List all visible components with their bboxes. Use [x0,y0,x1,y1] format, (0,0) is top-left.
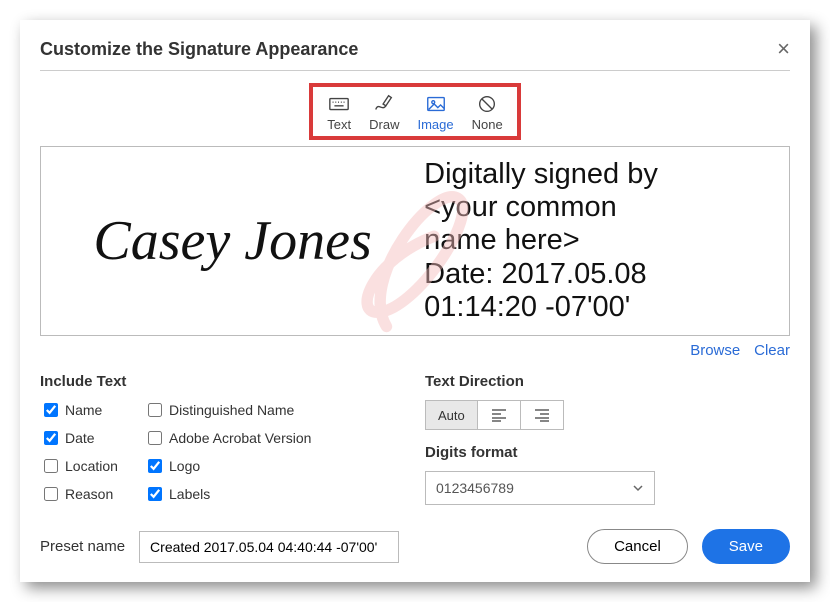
direction-ltr-button[interactable] [477,400,521,430]
check-date-box[interactable] [44,431,58,445]
check-name-label: Name [65,402,102,418]
check-reason[interactable]: Reason [40,484,140,504]
check-name[interactable]: Name [40,400,140,420]
tab-text[interactable]: Text [327,93,351,132]
check-acrobat-box[interactable] [148,431,162,445]
none-icon [476,93,498,115]
text-direction-group: Auto [425,400,790,430]
dialog-title: Customize the Signature Appearance [40,39,358,60]
include-text-label: Include Text [40,373,405,390]
check-logo-box[interactable] [148,459,162,473]
tab-draw[interactable]: Draw [369,93,399,132]
tab-label: Draw [369,117,399,132]
tab-image[interactable]: Image [417,93,453,132]
preview-right: Digitally signed by <your common name he… [424,147,789,335]
dialog-footer: Preset name Cancel Save [40,529,790,564]
cancel-button[interactable]: Cancel [587,529,688,564]
check-location-label: Location [65,458,118,474]
text-direction-label: Text Direction [425,373,790,390]
signature-name-text: Casey Jones [93,213,371,269]
chevron-down-icon [632,482,644,494]
pen-icon [373,93,395,115]
keyboard-icon [328,93,350,115]
preset-name-input[interactable] [139,531,399,563]
check-location-box[interactable] [44,459,58,473]
tab-label: Image [417,117,453,132]
check-date-label: Date [65,430,95,446]
clear-link[interactable]: Clear [754,342,790,359]
browse-link[interactable]: Browse [690,342,740,359]
tab-none[interactable]: None [472,93,503,132]
close-icon[interactable]: × [777,38,790,60]
direction-rtl-button[interactable] [520,400,564,430]
signature-preview: Casey Jones Digitally signed by <your co… [40,146,790,336]
check-logo-label: Logo [169,458,200,474]
tab-strip-wrap: Text Draw Image None [40,83,790,140]
tab-label: Text [327,117,351,132]
digits-selected: 0123456789 [436,480,514,496]
digits-format-select[interactable]: 0123456789 [425,471,655,505]
check-labels-label: Labels [169,486,210,502]
check-logo[interactable]: Logo [144,456,344,476]
check-name-box[interactable] [44,403,58,417]
check-distinguished-box[interactable] [148,403,162,417]
check-location[interactable]: Location [40,456,140,476]
save-button[interactable]: Save [702,529,790,564]
check-acrobat-label: Adobe Acrobat Version [169,430,311,446]
check-labels[interactable]: Labels [144,484,344,504]
align-left-icon [491,408,507,422]
signature-appearance-dialog: Customize the Signature Appearance × Tex… [20,20,810,582]
include-text-section: Include Text Name Distinguished Name Dat… [40,373,405,505]
check-reason-label: Reason [65,486,113,502]
preset-name-label: Preset name [40,538,125,555]
check-date[interactable]: Date [40,428,140,448]
image-icon [425,93,447,115]
signature-source-tabs: Text Draw Image None [309,83,520,140]
dialog-header: Customize the Signature Appearance × [40,38,790,71]
check-distinguished[interactable]: Distinguished Name [144,400,344,420]
preview-left: Casey Jones [41,147,424,335]
tab-label: None [472,117,503,132]
preview-actions: Browse Clear [40,342,790,359]
check-distinguished-label: Distinguished Name [169,402,294,418]
check-labels-box[interactable] [148,487,162,501]
check-reason-box[interactable] [44,487,58,501]
check-acrobat[interactable]: Adobe Acrobat Version [144,428,344,448]
direction-auto-label: Auto [438,408,465,423]
direction-auto-button[interactable]: Auto [425,400,478,430]
align-right-icon [534,408,550,422]
signature-details-text: Digitally signed by <your common name he… [424,158,658,325]
digits-format-label: Digits format [425,444,790,461]
